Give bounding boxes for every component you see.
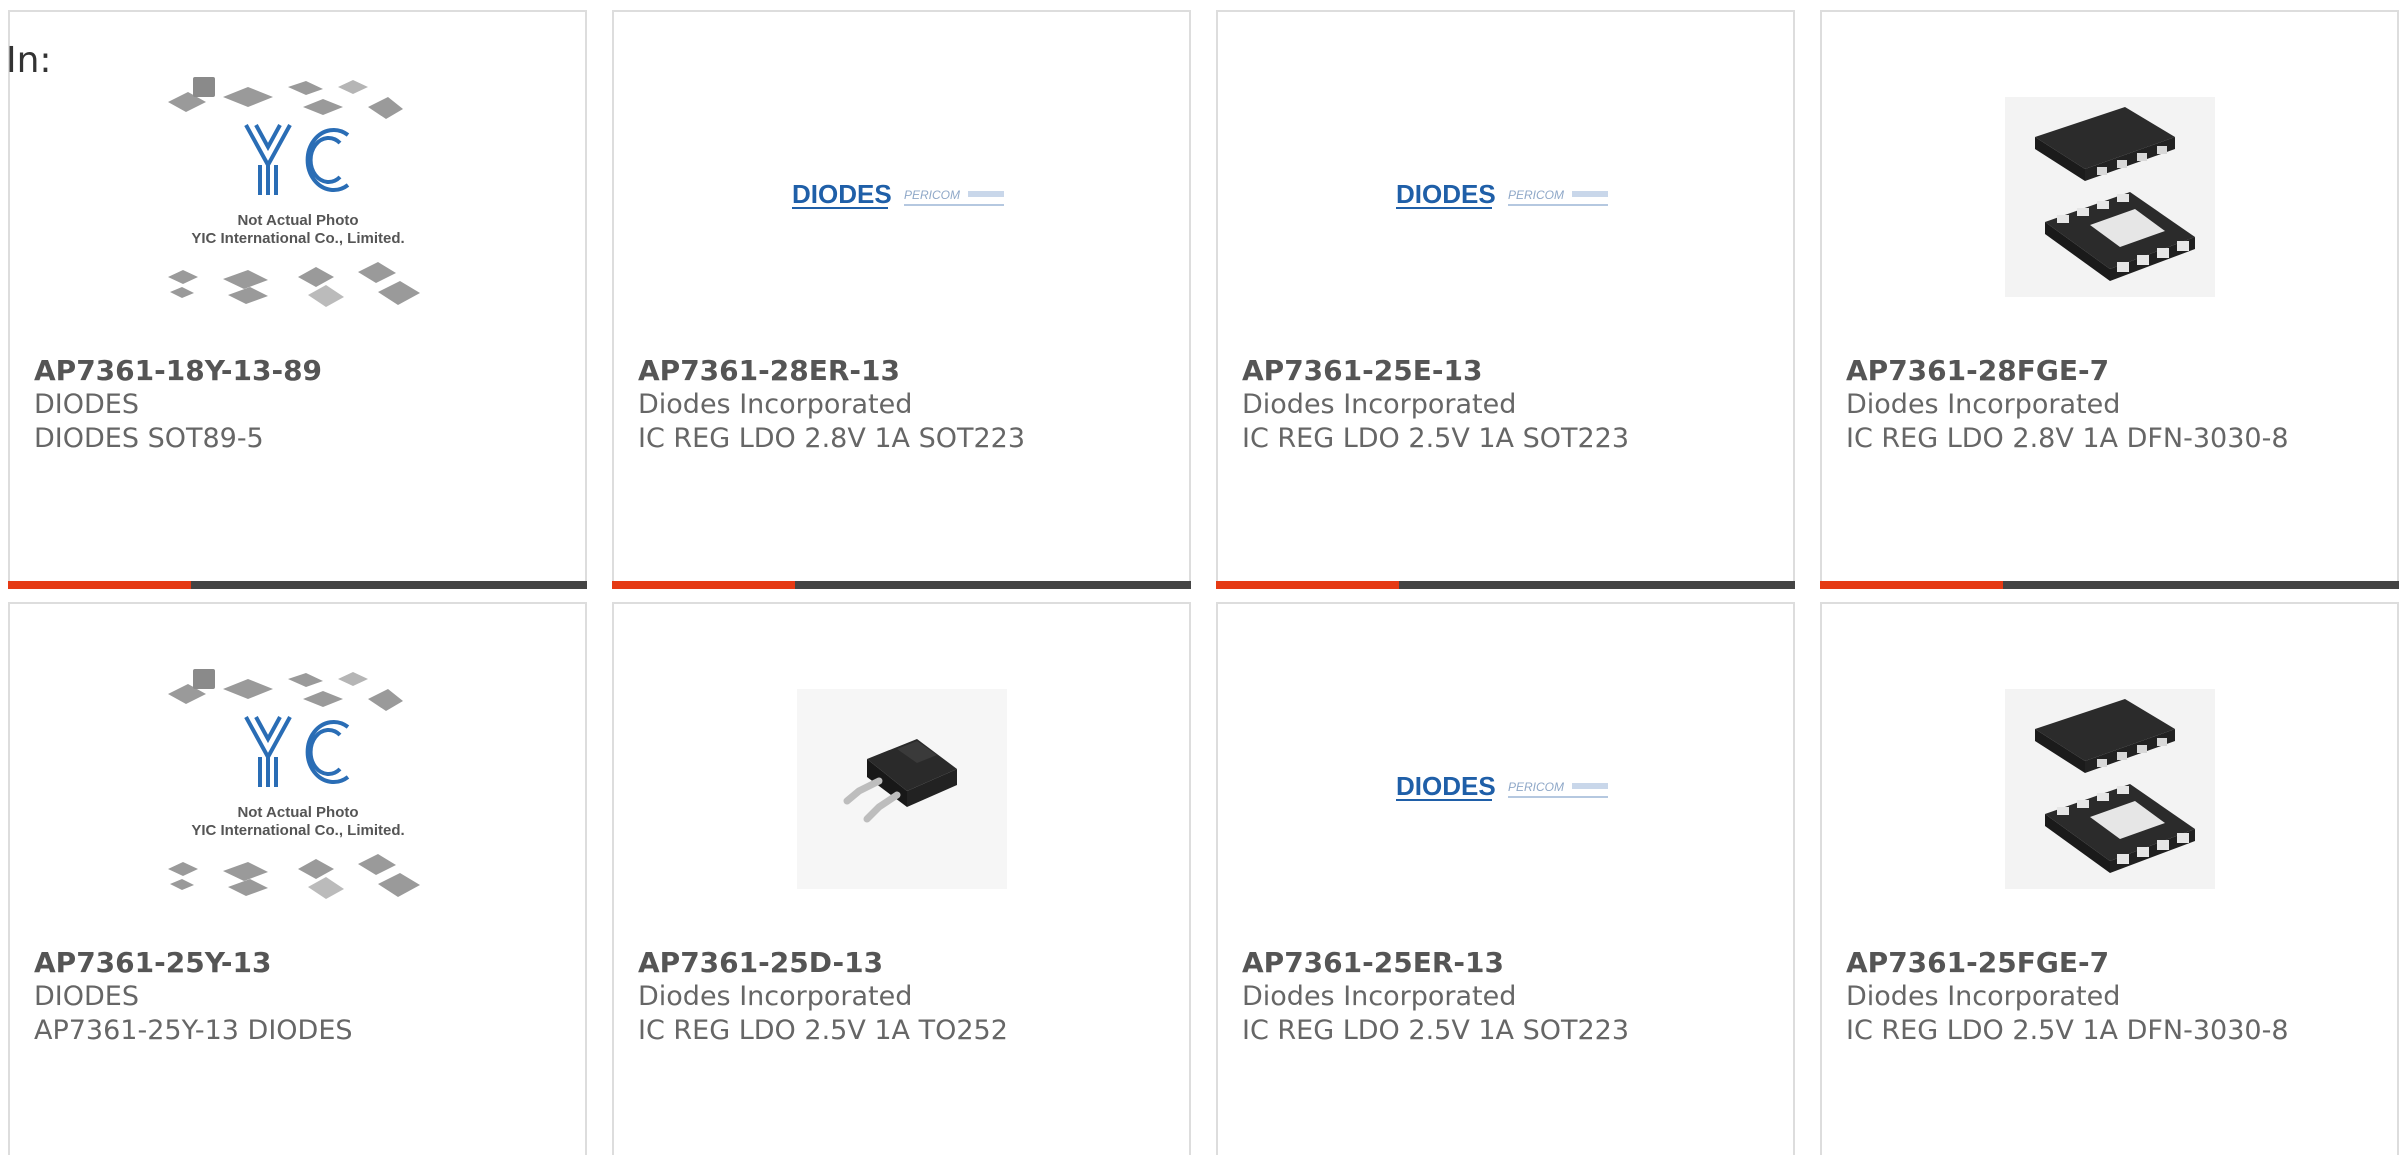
product-image[interactable]: DIODES PERICOM [1218,92,1793,302]
product-image[interactable] [614,684,1189,894]
card-bar-accent [1216,581,1399,589]
description: IC REG LDO 2.8V 1A DFN-3030-8 [1846,423,2289,454]
manufacturer: Diodes Incorporated [638,981,913,1012]
product-card[interactable]: Not Actual Photo YIC International Co., … [8,602,587,1155]
part-number[interactable]: AP7361-28FGE-7 [1846,354,2109,387]
yic-line1: Not Actual Photo [237,804,358,821]
manufacturer: Diodes Incorporated [1242,981,1517,1012]
part-number[interactable]: AP7361-18Y-13-89 [34,354,322,387]
product-image[interactable]: DIODES PERICOM [1218,684,1793,894]
product-card[interactable]: DIODES PERICOM AP7361-25E-13 Diodes Inco… [1216,10,1795,589]
description: IC REG LDO 2.8V 1A SOT223 [638,423,1026,454]
manufacturer: Diodes Incorporated [1846,389,2121,420]
product-image[interactable]: Not Actual Photo YIC International Co., … [10,77,585,307]
product-card[interactable]: DIODES PERICOM AP7361-25ER-13 Diodes Inc… [1216,602,1795,1155]
product-card[interactable]: AP7361-25FGE-7 Diodes Incorporated IC RE… [1820,602,2399,1155]
manufacturer: Diodes Incorporated [638,389,913,420]
description: AP7361-25Y-13 DIODES [34,1015,353,1046]
product-image[interactable]: DIODES PERICOM [614,92,1189,302]
to252-package-image [796,689,1007,889]
part-number[interactable]: AP7361-28ER-13 [638,354,900,387]
product-grid: Not Actual Photo YIC International Co., … [8,10,2399,1155]
manufacturer: Diodes Incorporated [1846,981,2121,1012]
yic-line2: YIC International Co., Limited. [191,822,404,839]
part-number[interactable]: AP7361-25FGE-7 [1846,946,2109,979]
card-bottom-bar [1216,581,1795,589]
yic-placeholder-image: Not Actual Photo YIC International Co., … [167,669,420,899]
description: IC REG LDO 2.5V 1A SOT223 [1242,1015,1630,1046]
filter-label: In: [6,40,52,81]
pericom-logo-text: PERICOM [1508,780,1564,794]
description: DIODES SOT89-5 [34,423,264,454]
diodes-pericom-logo: DIODES PERICOM [1395,179,1608,209]
part-number[interactable]: AP7361-25D-13 [638,946,883,979]
description: IC REG LDO 2.5V 1A DFN-3030-8 [1846,1015,2289,1046]
part-number[interactable]: AP7361-25E-13 [1242,354,1482,387]
product-card[interactable]: DIODES PERICOM AP7361-28ER-13 Diodes Inc… [612,10,1191,589]
yic-line1: Not Actual Photo [237,212,358,229]
manufacturer: DIODES [34,389,139,420]
card-bar-accent [8,581,191,589]
product-image[interactable]: Not Actual Photo YIC International Co., … [10,669,585,899]
pericom-logo-text: PERICOM [904,188,960,202]
card-bar-accent [1820,581,2003,589]
product-card[interactable]: AP7361-28FGE-7 Diodes Incorporated IC RE… [1820,10,2399,589]
manufacturer: Diodes Incorporated [1242,389,1517,420]
manufacturer: DIODES [34,981,139,1012]
diodes-logo-text: DIODES [792,179,892,209]
pericom-logo-text: PERICOM [1508,188,1564,202]
yic-line2: YIC International Co., Limited. [191,230,404,247]
dfn-package-image [2004,97,2215,297]
description: IC REG LDO 2.5V 1A TO252 [638,1015,1008,1046]
part-number[interactable]: AP7361-25ER-13 [1242,946,1504,979]
product-card[interactable]: AP7361-25D-13 Diodes Incorporated IC REG… [612,602,1191,1155]
card-bottom-bar [1820,581,2399,589]
page: In: Not Actual Photo YIC International C… [0,0,2400,1155]
product-image[interactable] [1822,92,2397,302]
yic-placeholder-image: Not Actual Photo YIC International Co., … [167,77,420,307]
diodes-pericom-logo: DIODES PERICOM [791,179,1004,209]
card-bottom-bar [612,581,1191,589]
description: IC REG LDO 2.5V 1A SOT223 [1242,423,1630,454]
part-number[interactable]: AP7361-25Y-13 [34,946,271,979]
diodes-logo-text: DIODES [1396,179,1496,209]
dfn-package-image [2004,689,2215,889]
diodes-pericom-logo: DIODES PERICOM [1395,771,1608,801]
diodes-logo-text: DIODES [1396,771,1496,801]
product-image[interactable] [1822,684,2397,894]
card-bar-accent [612,581,795,589]
card-bottom-bar [8,581,587,589]
product-card[interactable]: Not Actual Photo YIC International Co., … [8,10,587,589]
